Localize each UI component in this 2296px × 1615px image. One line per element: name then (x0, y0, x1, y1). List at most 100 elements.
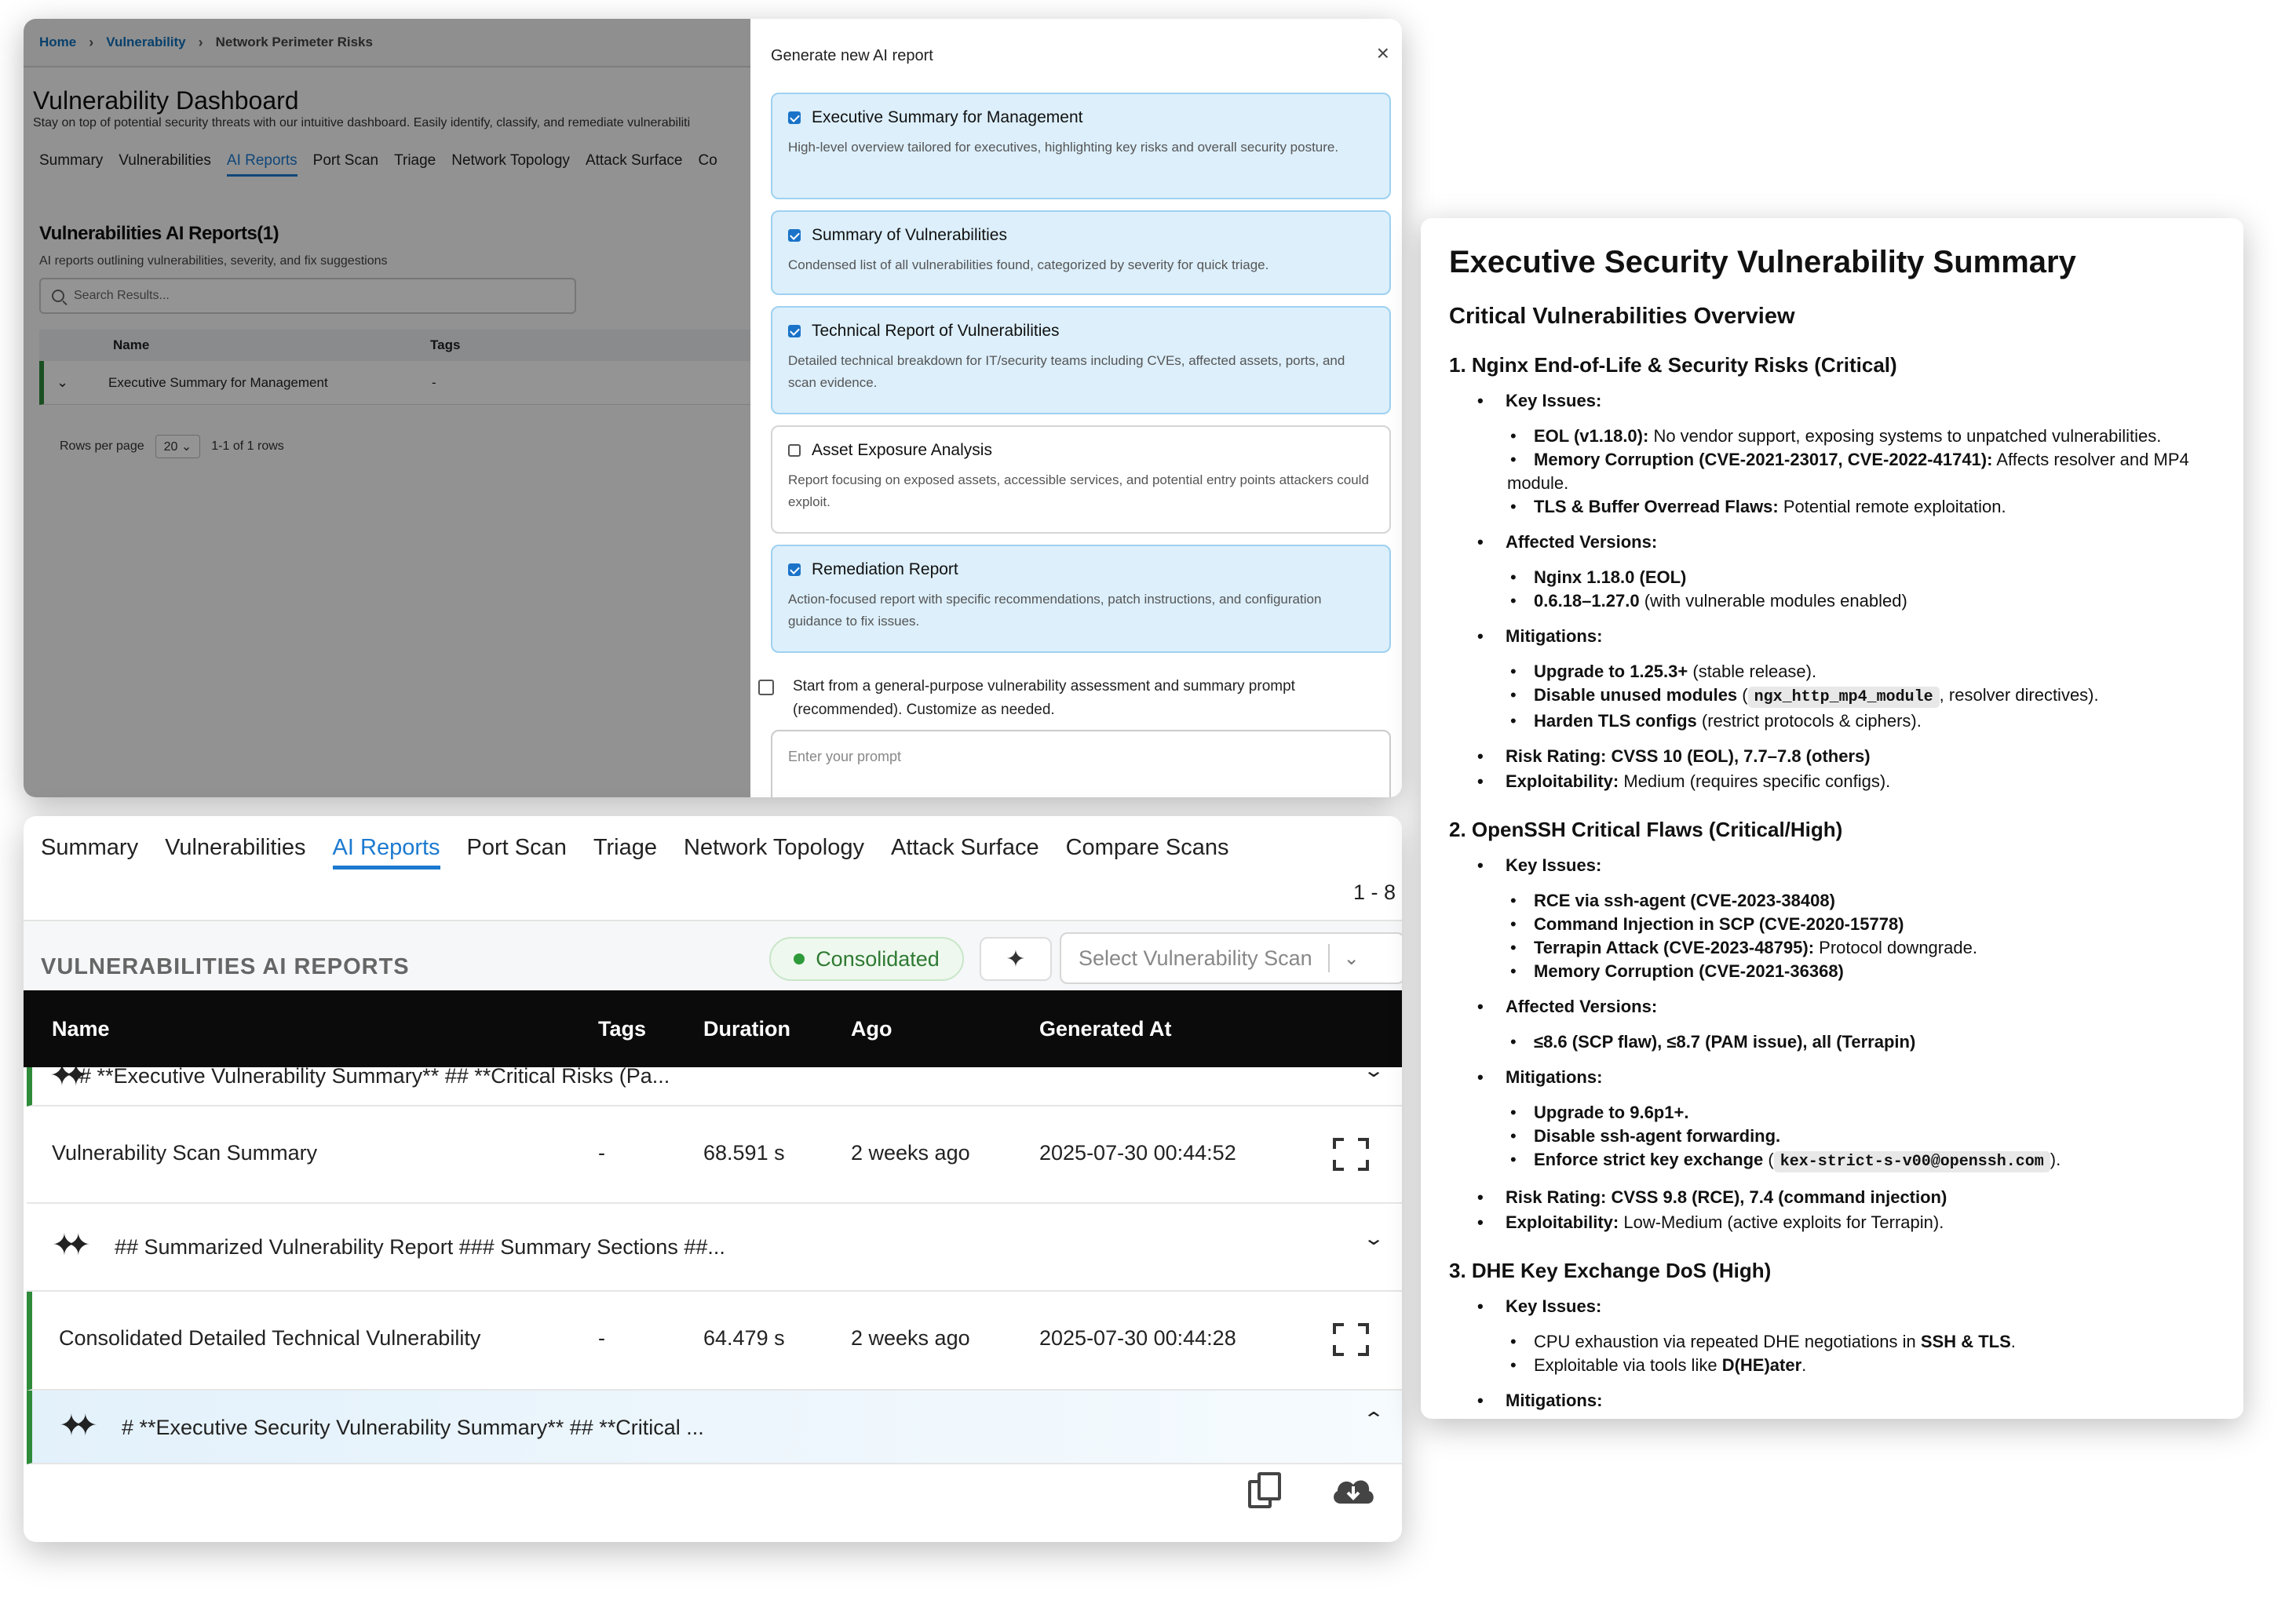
report-generator-window: Home › Vulnerability › Network Perimeter… (24, 19, 1402, 797)
row-name: Executive Summary for Management (108, 374, 328, 390)
rows-per-page-select[interactable]: 20 ⌄ (155, 435, 201, 458)
row-tags: - (598, 1141, 605, 1165)
checkbox-checked-icon[interactable] (788, 229, 801, 242)
chevron-down-icon[interactable]: ⌄ (1363, 1227, 1385, 1250)
row-tags: - (432, 374, 436, 390)
pagination: Rows per page 20 ⌄ 1-1 of 1 rows (60, 435, 284, 458)
search-input[interactable]: Search Results... (39, 278, 576, 314)
row-duration: 68.591 s (703, 1141, 785, 1165)
list-item: Exploitable via tools like D(HE)ater. (1449, 1354, 2215, 1377)
checkbox-checked-icon[interactable] (788, 325, 801, 337)
column-duration: Duration (703, 1017, 790, 1041)
tab-triage[interactable]: Triage (593, 835, 657, 869)
list-item: Harden TLS configs (restrict protocols &… (1449, 709, 2215, 733)
tab-attack-surface[interactable]: Attack Surface (586, 152, 683, 177)
status-dot-icon (794, 953, 805, 964)
doc-title: Executive Security Vulnerability Summary (1449, 245, 2076, 279)
option-remediation-report[interactable]: Remediation Report Action-focused report… (771, 545, 1391, 653)
list-item: Terrapin Attack (CVE-2023-48795): Protoc… (1449, 936, 2215, 960)
fullscreen-icon[interactable] (1333, 1323, 1369, 1356)
sparkle-icon: ✦✦ (49, 1067, 89, 1092)
tab-ai-reports[interactable]: AI Reports (332, 835, 440, 869)
tab-port-scan[interactable]: Port Scan (467, 835, 567, 869)
reports-tabs: Summary Vulnerabilities AI Reports Port … (41, 835, 1229, 869)
column-name: Name (113, 337, 150, 352)
general-prompt-option[interactable]: Start from a general-purpose vulnerabili… (758, 675, 1371, 722)
dashboard-background: Home › Vulnerability › Network Perimeter… (24, 19, 750, 797)
fullscreen-icon[interactable] (1333, 1138, 1369, 1171)
prompt-textarea[interactable]: Enter your prompt (771, 730, 1391, 797)
exploitability: Exploitability: Medium (requires specifi… (1449, 769, 2215, 794)
tab-triage[interactable]: Triage (394, 152, 436, 177)
summary-row[interactable]: ✦✦ ## Summarized Vulnerability Report ##… (27, 1204, 1402, 1292)
tab-compare-scans[interactable]: Compare Scans (1066, 835, 1229, 869)
tab-vulnerabilities[interactable]: Vulnerabilities (165, 835, 305, 869)
generate-ai-button[interactable]: ✦ (980, 937, 1052, 981)
key-issues-label: Key Issues: (1449, 1294, 2215, 1319)
modal-backdrop[interactable] (24, 19, 750, 797)
affected-versions-label: Affected Versions: (1449, 530, 2215, 555)
reports-subheading: AI reports outlining vulnerabilities, se… (39, 254, 388, 268)
option-title: Executive Summary for Management (812, 108, 1083, 126)
checkbox-checked-icon[interactable] (788, 563, 801, 576)
modal-title: Generate new AI report (771, 47, 933, 64)
tab-network-topology[interactable]: Network Topology (451, 152, 570, 177)
checkbox-unchecked-icon[interactable] (758, 680, 774, 695)
checkbox-unchecked-icon[interactable] (788, 444, 801, 457)
mitigations-label: Mitigations: (1449, 624, 2215, 649)
option-summary-of-vulnerabilities[interactable]: Summary of Vulnerabilities Condensed lis… (771, 210, 1391, 295)
row-name: Consolidated Detailed Technical Vulnerab… (59, 1326, 481, 1350)
section-title: VULNERABILITIES AI REPORTS (41, 954, 410, 979)
chevron-up-icon[interactable]: ⌄ (1363, 1406, 1385, 1429)
chevron-down-icon[interactable]: ⌄ (57, 374, 108, 391)
option-description: Detailed technical breakdown for IT/secu… (788, 353, 1345, 390)
scan-select[interactable]: Select Vulnerability Scan ⌄ (1060, 932, 1402, 984)
tab-port-scan[interactable]: Port Scan (313, 152, 378, 177)
search-icon (52, 290, 64, 302)
table-row[interactable]: Consolidated Detailed Technical Vulnerab… (27, 1292, 1402, 1391)
list-item: Disable unused modules (ngx_http_mp4_mod… (1449, 684, 2215, 709)
table-row[interactable]: ⌄ Executive Summary for Management - (39, 361, 750, 405)
tab-attack-surface[interactable]: Attack Surface (891, 835, 1039, 869)
chevron-right-icon: › (89, 34, 94, 50)
executive-summary-document: Executive Security Vulnerability Summary… (1421, 218, 2243, 1419)
option-asset-exposure[interactable]: Asset Exposure Analysis Report focusing … (771, 425, 1391, 534)
table-row[interactable]: Vulnerability Scan Summary - 68.591 s 2 … (27, 1106, 1402, 1204)
table-header: Name Tags Duration Ago Generated At (24, 990, 1402, 1067)
column-generated-at: Generated At (1039, 1017, 1172, 1041)
breadcrumb-vulnerability[interactable]: Vulnerability (106, 35, 185, 50)
chevron-down-icon[interactable]: ⌄ (1363, 1067, 1385, 1082)
list-item: RCE via ssh-agent (CVE-2023-38408) (1449, 889, 2215, 913)
tab-network-topology[interactable]: Network Topology (684, 835, 864, 869)
summary-row-expanded[interactable]: ✦✦ # **Executive Security Vulnerability … (27, 1391, 1402, 1464)
option-title: Remediation Report (812, 560, 958, 578)
list-item: Command Injection in SCP (CVE-2020-15778… (1449, 913, 2215, 936)
tab-summary[interactable]: Summary (41, 835, 138, 869)
list-item: Enforce strict key exchange (kex-strict-… (1449, 1148, 2215, 1174)
chevron-down-icon[interactable]: ⌄ (1344, 947, 1360, 970)
tab-vulnerabilities[interactable]: Vulnerabilities (119, 152, 211, 177)
tab-ai-reports[interactable]: AI Reports (226, 152, 297, 177)
summary-row[interactable]: ✦✦ # **Executive Vulnerability Summary**… (27, 1067, 1402, 1106)
cloud-download-icon[interactable] (1330, 1472, 1377, 1508)
page-subtitle: Stay on top of potential security threat… (33, 116, 691, 129)
option-executive-summary[interactable]: Executive Summary for Management High-le… (771, 93, 1391, 199)
section-heading: 3. DHE Key Exchange DoS (High) (1449, 1259, 1772, 1282)
list-item: Nginx 1.18.0 (EOL) (1449, 566, 2215, 589)
column-name: Name (52, 1017, 110, 1041)
row-tags: - (598, 1326, 605, 1350)
option-description: Report focusing on exposed assets, acces… (788, 472, 1369, 509)
row-duration: 64.479 s (703, 1326, 785, 1350)
generate-report-modal: Generate new AI report × Executive Summa… (750, 19, 1402, 797)
close-icon[interactable]: × (1377, 42, 1389, 64)
copy-icon[interactable] (1248, 1472, 1283, 1510)
tab-summary[interactable]: Summary (39, 152, 103, 177)
consolidated-badge[interactable]: Consolidated (769, 937, 964, 981)
list-item: TLS & Buffer Overread Flaws: Potential r… (1449, 495, 2215, 519)
tab-compare-scans[interactable]: Co (699, 152, 717, 177)
checkbox-checked-icon[interactable] (788, 111, 801, 124)
option-technical-report[interactable]: Technical Report of Vulnerabilities Deta… (771, 306, 1391, 414)
badge-label: Consolidated (816, 946, 940, 971)
breadcrumb-home[interactable]: Home (39, 35, 76, 50)
list-item: EOL (v1.18.0): No vendor support, exposi… (1449, 425, 2215, 448)
